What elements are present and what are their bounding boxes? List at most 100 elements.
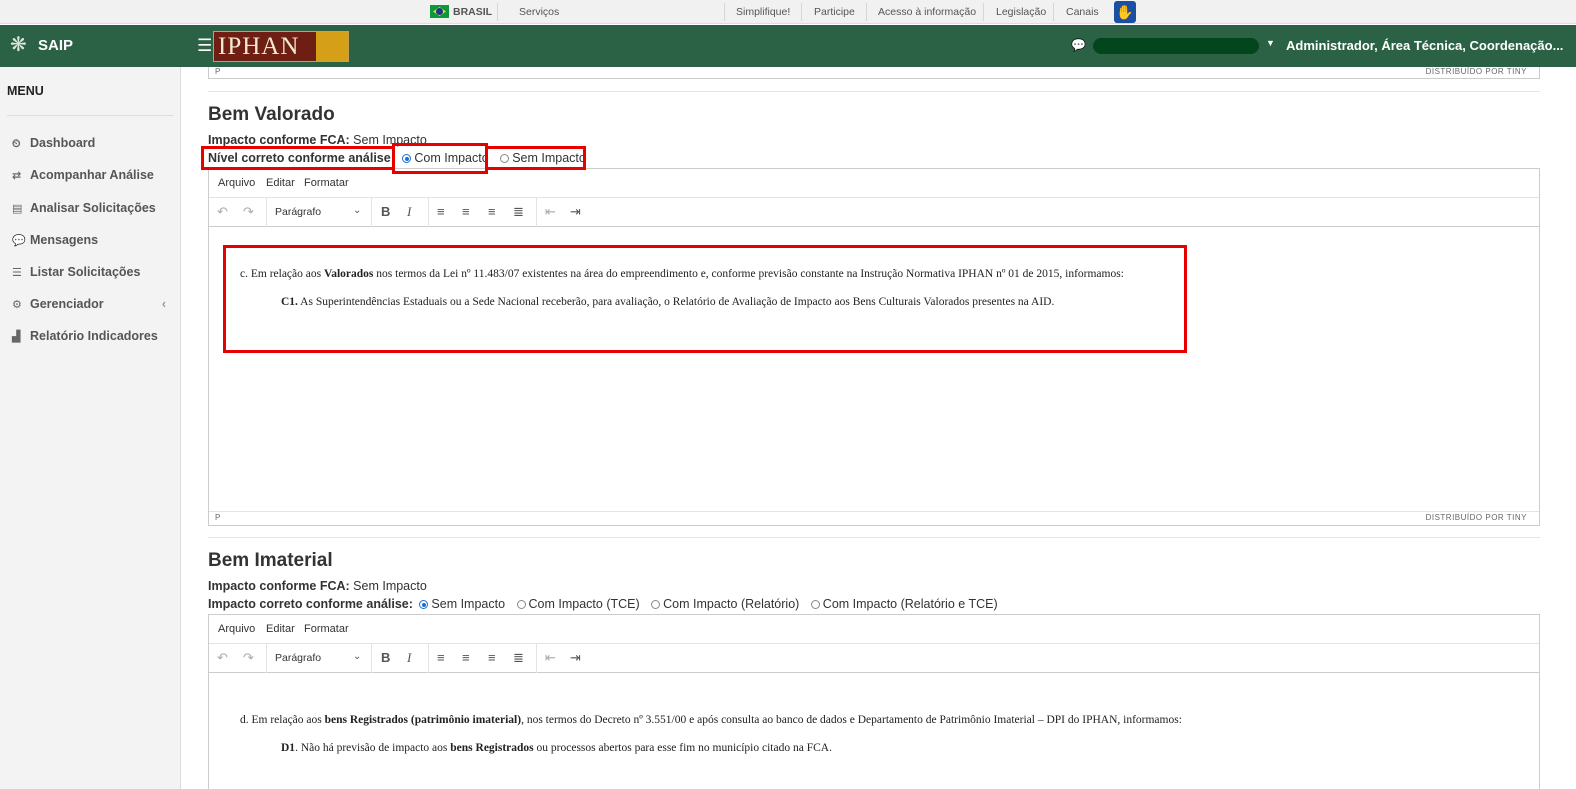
menu-formatar[interactable]: Formatar: [304, 177, 349, 189]
radio-com-impacto-tce[interactable]: Com Impacto (TCE): [516, 597, 640, 611]
impact-radio-group: Impacto correto conforme análise: Sem Im…: [208, 597, 998, 611]
iphan-logo-text: IPHAN: [218, 33, 300, 60]
menu-editar[interactable]: Editar: [266, 623, 295, 635]
sidebar-item-analisar[interactable]: ▤ Analisar Solicitações: [12, 201, 172, 221]
editor-content[interactable]: d. Em relação aos bens Registrados (patr…: [209, 673, 1539, 789]
menu-arquivo[interactable]: Arquivo: [218, 177, 255, 189]
format-select[interactable]: Parágrafo: [275, 206, 321, 218]
exchange-icon: ⇄: [12, 170, 22, 182]
redacted-user-name[interactable]: [1093, 38, 1259, 54]
gov-brasil-link[interactable]: BRASIL: [453, 6, 492, 18]
sidebar-item-label: Gerenciador: [30, 297, 104, 311]
editor-statusbar: P DISTRIBUÍDO POR TINY: [209, 511, 1539, 524]
format-select[interactable]: Parágrafo: [275, 652, 321, 664]
gov-link-legislacao[interactable]: Legislação: [996, 6, 1046, 18]
dashboard-icon: ⏲: [12, 138, 21, 150]
sidebar-item-dashboard[interactable]: ⏲ Dashboard: [12, 136, 172, 156]
radio-com-impacto-relatorio[interactable]: Com Impacto (Relatório): [651, 597, 799, 611]
tiny-brand[interactable]: DISTRIBUÍDO POR TINY: [1426, 67, 1527, 76]
radio-unchecked-icon: [651, 600, 661, 609]
cogs-icon: ⚙: [12, 299, 22, 311]
align-justify-icon[interactable]: ≣: [513, 650, 524, 666]
divider: [266, 644, 267, 673]
divider: [266, 198, 267, 227]
sidebar-item-mensagens[interactable]: 💬 Mensagens: [12, 233, 172, 253]
outdent-icon[interactable]: ⇤: [545, 204, 556, 220]
bold-icon[interactable]: B: [381, 204, 390, 219]
radio-sem-impacto[interactable]: Sem Impacto: [500, 151, 586, 165]
user-roles[interactable]: Administrador, Área Técnica, Coordenação…: [1286, 38, 1563, 53]
align-right-icon[interactable]: ≡: [488, 650, 496, 665]
divider: [866, 3, 867, 21]
align-center-icon[interactable]: ≡: [462, 204, 470, 219]
italic-icon[interactable]: I: [407, 650, 411, 666]
indent-icon[interactable]: ⇥: [570, 204, 581, 220]
fca-impact-value: Sem Impacto: [353, 579, 427, 593]
sidebar-item-relatorio[interactable]: ▟ Relatório Indicadores: [12, 329, 172, 349]
status-path: P: [215, 513, 221, 522]
gov-link-canais[interactable]: Canais: [1066, 6, 1099, 18]
sidebar-item-label: Analisar Solicitações: [30, 201, 156, 215]
divider: [983, 3, 984, 21]
editor-toolbar: ↶ ↷ Parágrafo ⌄ B I ≡ ≡ ≡ ≣ ⇤ ⇥: [209, 644, 1539, 673]
app-name[interactable]: SAIP: [38, 37, 73, 54]
divider: [724, 3, 725, 21]
redo-icon[interactable]: ↷: [243, 650, 254, 666]
radio-unchecked-icon: [810, 600, 820, 609]
chevron-down-icon[interactable]: ⌄: [353, 205, 361, 216]
radio-com-impacto-relatorio-tce[interactable]: Com Impacto (Relatório e TCE): [810, 597, 998, 611]
sidebar-item-label: Dashboard: [30, 136, 96, 150]
indent-icon[interactable]: ⇥: [570, 650, 581, 666]
align-center-icon[interactable]: ≡: [462, 650, 470, 665]
align-left-icon[interactable]: ≡: [437, 204, 445, 219]
radio-sem-impacto[interactable]: Sem Impacto: [419, 597, 505, 611]
sidebar-item-listar[interactable]: ☰ Listar Solicitações: [12, 265, 172, 285]
accessibility-hands-icon[interactable]: ✋: [1114, 1, 1136, 23]
radio-unchecked-icon: [516, 600, 526, 609]
brand-bar: ❋ SAIP: [0, 25, 181, 67]
chat-icon[interactable]: 💬: [1071, 38, 1086, 52]
menu-editar[interactable]: Editar: [266, 177, 295, 189]
previous-editor-statusbar: P DISTRIBUÍDO POR TINY: [208, 67, 1540, 79]
gov-link-acesso[interactable]: Acesso à informação: [878, 6, 976, 18]
section-divider: [208, 537, 1540, 538]
hamburger-menu-icon[interactable]: ☰: [197, 36, 212, 56]
sidebar-item-acompanhar[interactable]: ⇄ Acompanhar Análise: [12, 168, 172, 188]
fca-impact-line: Impacto conforme FCA: Sem Impacto: [208, 133, 427, 147]
gov-link-participe[interactable]: Participe: [814, 6, 855, 18]
divider: [428, 198, 429, 227]
bold-icon[interactable]: B: [381, 650, 390, 665]
gov-link-simplifique[interactable]: Simplifique!: [736, 6, 790, 18]
impact-label: Impacto correto conforme análise:: [208, 597, 413, 611]
divider: [7, 115, 173, 116]
redo-icon[interactable]: ↷: [243, 204, 254, 220]
gov-services-link[interactable]: Serviços: [519, 6, 559, 18]
divider: [536, 644, 537, 673]
sidebar-item-gerenciador[interactable]: ⚙ Gerenciador ‹: [12, 297, 172, 317]
section-divider: [208, 91, 1540, 92]
tiny-brand[interactable]: DISTRIBUÍDO POR TINY: [1426, 513, 1527, 522]
outdent-icon[interactable]: ⇤: [545, 650, 556, 666]
rich-text-editor-valorado: Arquivo Editar Formatar ↶ ↷ Parágrafo ⌄ …: [208, 168, 1540, 526]
italic-icon[interactable]: I: [407, 204, 411, 220]
book-icon: ▤: [12, 203, 23, 215]
area-chart-icon: ▟: [12, 331, 21, 343]
undo-icon[interactable]: ↶: [217, 204, 228, 220]
radio-checked-icon: [402, 154, 412, 163]
radio-com-impacto[interactable]: Com Impacto: [402, 151, 489, 165]
sidebar-item-label: Acompanhar Análise: [30, 168, 154, 182]
sidebar: MENU ⏲ Dashboard ⇄ Acompanhar Análise ▤ Ana…: [0, 67, 181, 789]
align-right-icon[interactable]: ≡: [488, 204, 496, 219]
chevron-down-icon[interactable]: ⌄: [353, 651, 361, 662]
align-left-icon[interactable]: ≡: [437, 650, 445, 665]
brazil-flag-icon: [430, 5, 449, 18]
menu-formatar[interactable]: Formatar: [304, 623, 349, 635]
menu-arquivo[interactable]: Arquivo: [218, 623, 255, 635]
undo-icon[interactable]: ↶: [217, 650, 228, 666]
caret-down-icon[interactable]: ▼: [1266, 38, 1275, 48]
section-title-valorado: Bem Valorado: [208, 104, 335, 125]
editor-content[interactable]: c. Em relação aos Valorados nos termos d…: [209, 227, 1539, 511]
level-radio-group: Nível correto conforme análise: Com Impa…: [208, 151, 586, 165]
align-justify-icon[interactable]: ≣: [513, 204, 524, 220]
gov-bar: BRASIL Serviços Simplifique! Participe A…: [0, 0, 1576, 24]
